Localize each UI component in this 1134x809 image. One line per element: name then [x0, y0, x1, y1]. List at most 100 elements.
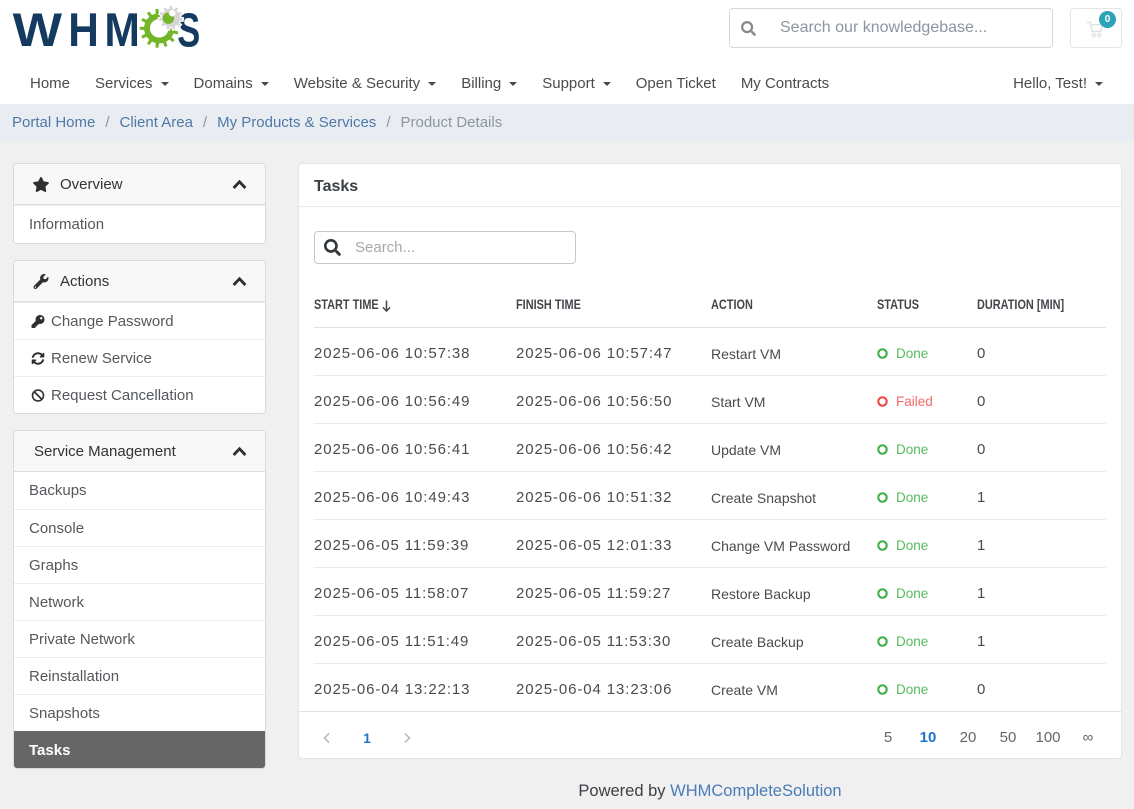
cell-finish-time: 2025-06-05 11:59:27: [516, 585, 711, 602]
cell-action: Start VM: [711, 394, 877, 410]
cell-start-time: 2025-06-05 11:58:07: [314, 585, 516, 602]
nav-item[interactable]: Website & Security: [294, 75, 436, 92]
chevron-up-icon[interactable]: [232, 276, 247, 286]
sidebar-item-request-cancellation[interactable]: Request Cancellation: [14, 376, 265, 413]
ban-icon: [29, 389, 47, 402]
sidebar-item-renew-service[interactable]: Renew Service: [14, 339, 265, 376]
sidebar-item[interactable]: Console: [14, 509, 265, 546]
panel-title: Actions: [60, 273, 109, 290]
cell-finish-time: 2025-06-05 11:53:30: [516, 633, 711, 650]
page-number[interactable]: 1: [347, 730, 387, 746]
panel-actions-header[interactable]: Actions: [14, 261, 265, 302]
nav-item[interactable]: Home: [30, 75, 70, 92]
page-size-options: 5 10 20 50 100 ∞: [868, 729, 1108, 746]
nav-item[interactable]: Services: [95, 75, 169, 92]
status-circle-icon: [877, 540, 888, 551]
status-circle-icon: [877, 588, 888, 599]
breadcrumb-item[interactable]: Client Area: [120, 114, 193, 131]
nav-item[interactable]: Open Ticket: [636, 75, 716, 92]
breadcrumb-item[interactable]: Portal Home: [12, 114, 95, 131]
breadcrumb-item[interactable]: My Products & Services: [217, 114, 376, 131]
sidebar-item[interactable]: Snapshots: [14, 694, 265, 731]
panel-actions: Actions Change Password Renew Service Re…: [13, 260, 266, 414]
nav-item[interactable]: My Contracts: [741, 75, 829, 92]
breadcrumb-item: Product Details: [400, 114, 502, 131]
panel-overview-header[interactable]: Overview: [14, 164, 265, 205]
table-row[interactable]: 2025-06-06 10:57:38 2025-06-06 10:57:47 …: [314, 327, 1106, 375]
cell-duration: 1: [977, 585, 1106, 602]
cell-start-time: 2025-06-06 10:56:49: [314, 393, 516, 410]
sidebar-item[interactable]: Backups: [14, 472, 265, 509]
logo-text-whm: WHM: [13, 3, 140, 56]
table-row[interactable]: 2025-06-05 11:59:39 2025-06-05 12:01:33 …: [314, 519, 1106, 567]
cell-start-time: 2025-06-05 11:51:49: [314, 633, 516, 650]
prev-page-button[interactable]: [307, 730, 347, 746]
table-row[interactable]: 2025-06-06 10:49:43 2025-06-06 10:51:32 …: [314, 471, 1106, 519]
column-header-start-time[interactable]: START TIME: [314, 296, 516, 312]
whmcs-logo[interactable]: WHM S: [0, 0, 210, 61]
nav-item[interactable]: Billing: [461, 75, 517, 92]
cell-action: Change VM Password: [711, 538, 877, 554]
knowledgebase-search-input[interactable]: [729, 8, 1053, 48]
panel-overview: Overview Information: [13, 163, 266, 244]
status-badge: Done: [877, 442, 977, 457]
column-header-finish-time[interactable]: FINISH TIME: [516, 296, 711, 312]
status-circle-icon: [877, 636, 888, 647]
table-row[interactable]: 2025-06-05 11:58:07 2025-06-05 11:59:27 …: [314, 567, 1106, 615]
chevron-up-icon[interactable]: [232, 179, 247, 189]
table-row[interactable]: 2025-06-06 10:56:49 2025-06-06 10:56:50 …: [314, 375, 1106, 423]
page-size-option[interactable]: 10: [908, 729, 948, 746]
footer-link[interactable]: WHMCompleteSolution: [670, 782, 841, 800]
cell-action: Create Backup: [711, 634, 877, 650]
sidebar-item[interactable]: Reinstallation: [14, 657, 265, 694]
table-row[interactable]: 2025-06-06 10:56:41 2025-06-06 10:56:42 …: [314, 423, 1106, 471]
status-badge: Done: [877, 490, 977, 505]
column-header-status[interactable]: STATUS: [877, 296, 977, 312]
cell-action: Restore Backup: [711, 586, 877, 602]
cell-finish-time: 2025-06-04 13:23:06: [516, 681, 711, 698]
nav-item[interactable]: Support: [542, 75, 611, 92]
next-page-button[interactable]: [387, 730, 427, 746]
cell-finish-time: 2025-06-06 10:56:42: [516, 441, 711, 458]
breadcrumb-separator: /: [105, 114, 109, 131]
footer-text: Powered by: [578, 782, 665, 800]
cell-finish-time: 2025-06-06 10:51:32: [516, 489, 711, 506]
breadcrumb-separator: /: [203, 114, 207, 131]
cell-action: Restart VM: [711, 346, 877, 362]
table-search: [314, 231, 576, 264]
page-size-option[interactable]: 50: [988, 729, 1028, 746]
svg-text:H: H: [68, 3, 99, 56]
nav-item[interactable]: Domains: [194, 75, 269, 92]
sidebar-item-information[interactable]: Information: [14, 205, 265, 243]
column-header-duration[interactable]: DURATION [MIN]: [977, 296, 1106, 312]
table-row[interactable]: 2025-06-05 11:51:49 2025-06-05 11:53:30 …: [314, 615, 1106, 663]
page-size-option[interactable]: 20: [948, 729, 988, 746]
wrench-icon: [32, 274, 50, 289]
status-badge: Done: [877, 682, 977, 697]
page-size-option[interactable]: ∞: [1068, 729, 1108, 746]
status-badge: Done: [877, 346, 977, 361]
cell-start-time: 2025-06-06 10:49:43: [314, 489, 516, 506]
cart-button[interactable]: 0: [1070, 8, 1122, 48]
sidebar-item-change-password[interactable]: Change Password: [14, 302, 265, 339]
column-header-action[interactable]: ACTION: [711, 296, 877, 312]
status-badge: Done: [877, 634, 977, 649]
cell-start-time: 2025-06-04 13:22:13: [314, 681, 516, 698]
account-menu[interactable]: Hello, Test!: [1013, 75, 1103, 92]
page-size-option[interactable]: 5: [868, 729, 908, 746]
page-size-option[interactable]: 100: [1028, 729, 1068, 746]
sidebar-item[interactable]: Graphs: [14, 546, 265, 583]
breadcrumb: Portal Home / Client Area / My Products & Se…: [0, 104, 1134, 141]
search-icon: [741, 21, 756, 36]
search-icon: [324, 239, 341, 256]
table-search-input[interactable]: [314, 231, 576, 264]
card-title: Tasks: [299, 164, 1121, 207]
chevron-up-icon[interactable]: [232, 446, 247, 456]
sidebar-item[interactable]: Tasks: [14, 731, 265, 768]
table-row[interactable]: 2025-06-04 13:22:13 2025-06-04 13:23:06 …: [314, 663, 1106, 711]
content: Overview Information Actions Change Pass…: [0, 141, 1134, 769]
sidebar-item[interactable]: Private Network: [14, 620, 265, 657]
status-circle-icon: [877, 444, 888, 455]
panel-service-management-header[interactable]: Service Management: [14, 431, 265, 472]
sidebar-item[interactable]: Network: [14, 583, 265, 620]
